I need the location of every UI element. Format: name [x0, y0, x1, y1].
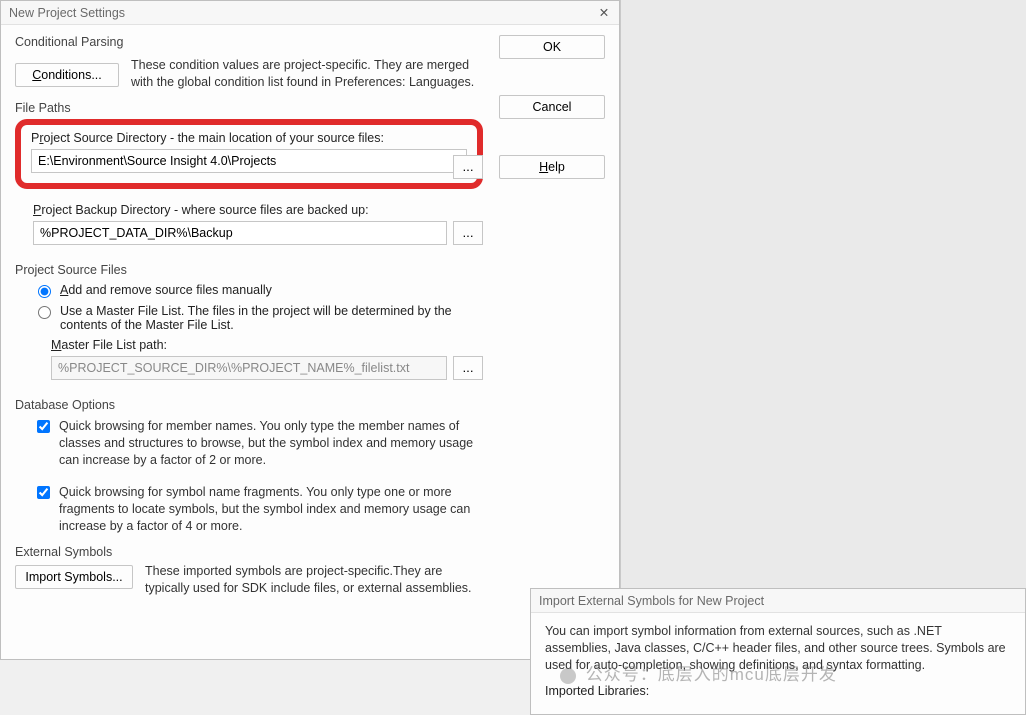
radio-master-label: Use a Master File List. The files in the… — [60, 304, 483, 332]
radio-master[interactable] — [38, 306, 51, 319]
conditions-button[interactable]: Conditions... — [15, 63, 119, 87]
conditional-parsing-label: Conditional Parsing — [15, 35, 483, 49]
conditions-button-label: onditions... — [41, 68, 101, 82]
backup-dir-browse-button[interactable]: ... — [453, 221, 483, 245]
imported-libraries-label: Imported Libraries: — [545, 684, 1011, 698]
import-dialog-title: Import External Symbols for New Project — [539, 594, 764, 608]
external-symbols-desc: These imported symbols are project-speci… — [145, 563, 483, 597]
radio-manual-label: Add and remove source files manually — [60, 283, 272, 297]
import-titlebar: Import External Symbols for New Project — [531, 589, 1025, 613]
file-paths-label: File Paths — [15, 101, 483, 115]
backup-dir-label: Project Backup Directory - where source … — [33, 203, 483, 217]
source-dir-browse-button[interactable]: ... — [453, 155, 483, 179]
conditional-parsing-desc: These condition values are project-speci… — [131, 57, 483, 91]
check-quick-members-label: Quick browsing for member names. You onl… — [59, 418, 483, 469]
radio-manual[interactable] — [38, 285, 51, 298]
new-project-settings-dialog: New Project Settings ✕ Conditional Parsi… — [0, 0, 620, 660]
source-dir-label: Project Source Directory - the main loca… — [31, 131, 467, 145]
ok-button[interactable]: OK — [499, 35, 605, 59]
external-symbols-label: External Symbols — [15, 545, 483, 559]
dialog-title: New Project Settings — [9, 6, 125, 20]
source-dir-input[interactable] — [31, 149, 467, 173]
source-files-label: Project Source Files — [15, 263, 483, 277]
help-button[interactable]: Help — [499, 155, 605, 179]
backup-dir-input[interactable] — [33, 221, 447, 245]
close-icon[interactable]: ✕ — [595, 4, 613, 22]
cancel-button[interactable]: Cancel — [499, 95, 605, 119]
check-quick-fragments[interactable] — [37, 486, 50, 499]
import-symbols-dialog: Import External Symbols for New Project … — [530, 588, 1026, 715]
master-path-label: Master File List path: — [51, 338, 483, 352]
check-quick-fragments-label: Quick browsing for symbol name fragments… — [59, 484, 483, 535]
db-options-label: Database Options — [15, 398, 483, 412]
master-path-input — [51, 356, 447, 380]
import-symbols-button[interactable]: Import Symbols... — [15, 565, 133, 589]
import-desc: You can import symbol information from e… — [545, 623, 1011, 674]
titlebar: New Project Settings ✕ — [1, 1, 619, 25]
master-path-browse-button[interactable]: ... — [453, 356, 483, 380]
check-quick-members[interactable] — [37, 420, 50, 433]
